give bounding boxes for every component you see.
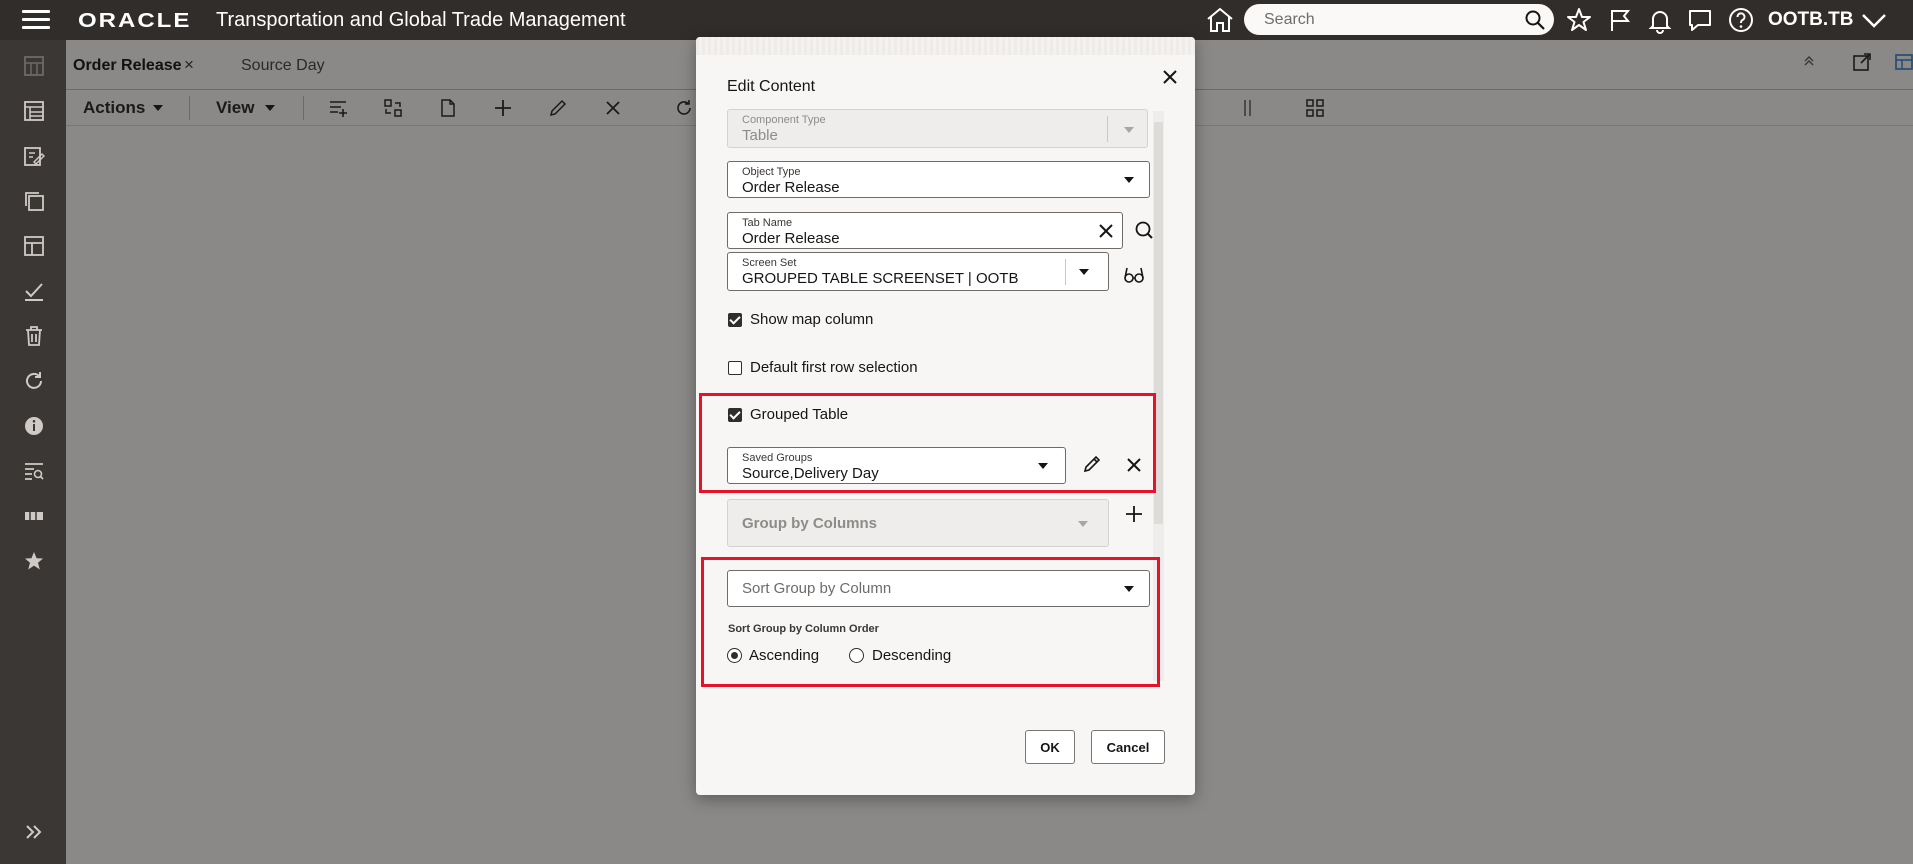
dashboard-icon[interactable] <box>22 54 46 78</box>
component-type-select: Component Type Table <box>727 109 1148 148</box>
component-type-label: Component Type <box>742 114 826 126</box>
tab-order-release[interactable]: Order Release <box>73 57 182 75</box>
clear-tab-name-icon[interactable] <box>1098 223 1114 244</box>
favorites-star-icon[interactable] <box>1565 6 1593 39</box>
add-icon[interactable] <box>492 97 514 119</box>
object-type-caret-icon[interactable] <box>1124 177 1134 183</box>
ticket-icon[interactable] <box>22 504 46 528</box>
screen-set-select[interactable]: Screen Set GROUPED TABLE SCREENSET | OOT… <box>727 252 1109 291</box>
actions-menu-button[interactable]: Actions <box>83 98 145 118</box>
group-by-columns-select: Group by Columns <box>727 499 1109 547</box>
favorites-icon[interactable] <box>22 549 46 573</box>
refresh-icon[interactable] <box>22 369 46 393</box>
columns-icon[interactable] <box>1239 97 1261 119</box>
screen-set-value: GROUPED TABLE SCREENSET | OOTB <box>742 270 1019 287</box>
actions-caret-icon[interactable] <box>153 105 163 111</box>
expand-rail-icon[interactable] <box>22 820 46 844</box>
saved-groups-select[interactable]: Saved Groups Source,Delivery Day <box>727 447 1066 484</box>
notifications-bell-icon[interactable] <box>1646 6 1674 39</box>
screen-set-caret-icon[interactable] <box>1079 269 1089 275</box>
close-tab-icon[interactable]: × <box>184 55 194 75</box>
group-by-columns-caret-icon <box>1078 521 1088 527</box>
sort-ascending-label[interactable]: Ascending <box>749 647 819 664</box>
grouped-table-label[interactable]: Grouped Table <box>750 406 848 423</box>
info-icon[interactable] <box>22 414 46 438</box>
copy-icon[interactable] <box>22 189 46 213</box>
popout-icon[interactable] <box>1852 52 1872 77</box>
saved-groups-caret-icon[interactable] <box>1038 463 1048 469</box>
view-caret-icon[interactable] <box>265 105 275 111</box>
sort-group-by-column-caret-icon[interactable] <box>1124 586 1134 592</box>
close-dialog-icon[interactable] <box>1158 65 1182 89</box>
user-menu-label[interactable]: OOTB.TB <box>1768 9 1854 31</box>
sort-order-label: Sort Group by Column Order <box>728 623 879 635</box>
messages-icon[interactable] <box>1686 6 1714 39</box>
tab-name-label: Tab Name <box>742 217 793 229</box>
checklist-icon[interactable] <box>22 279 46 303</box>
trash-icon[interactable] <box>22 324 46 348</box>
view-screen-set-glasses-icon[interactable] <box>1122 263 1146 287</box>
workbench-icon[interactable] <box>22 99 46 123</box>
edit-form-icon[interactable] <box>22 144 46 168</box>
sort-group-by-column-placeholder: Sort Group by Column <box>742 580 892 597</box>
delete-saved-group-x-icon[interactable] <box>1122 453 1146 477</box>
add-group-by-column-icon[interactable] <box>1122 502 1146 526</box>
edit-saved-group-pencil-icon[interactable] <box>1080 452 1104 476</box>
default-first-row-checkbox[interactable] <box>728 361 742 375</box>
sort-descending-label[interactable]: Descending <box>872 647 951 664</box>
flag-icon[interactable] <box>1606 6 1634 39</box>
group-by-columns-placeholder: Group by Columns <box>742 515 877 532</box>
sort-ascending-radio[interactable] <box>727 648 742 663</box>
tab-name-field[interactable]: Tab Name Order Release <box>727 212 1123 249</box>
oracle-logo: ORACLE <box>78 9 192 33</box>
menu-icon[interactable] <box>22 10 50 30</box>
global-search-input[interactable] <box>1264 10 1514 29</box>
delete-x-icon[interactable] <box>602 97 624 119</box>
search-icon[interactable] <box>1524 9 1546 36</box>
reorder-icon[interactable] <box>382 97 404 119</box>
saved-groups-value: Source,Delivery Day <box>742 465 879 482</box>
document-icon[interactable] <box>437 97 459 119</box>
show-map-column-checkbox[interactable] <box>728 313 742 327</box>
table-settings-icon[interactable] <box>1894 52 1913 77</box>
tab-source-day[interactable]: Source Day <box>241 57 325 75</box>
default-first-row-label[interactable]: Default first row selection <box>750 359 918 376</box>
navigation-rail <box>0 40 66 864</box>
edit-content-dialog: Edit Content Component Type Table Object… <box>696 37 1195 795</box>
tab-name-search-icon[interactable] <box>1132 218 1156 242</box>
screen-set-label: Screen Set <box>742 257 797 269</box>
edit-pencil-icon[interactable] <box>547 97 569 119</box>
home-icon[interactable] <box>1205 6 1235 39</box>
dialog-title: Edit Content <box>727 78 816 95</box>
global-search-field[interactable] <box>1244 4 1554 35</box>
object-type-label: Object Type <box>742 166 801 178</box>
cancel-button[interactable]: Cancel <box>1091 730 1165 764</box>
chevron-down-icon[interactable] <box>1860 8 1888 37</box>
component-type-value: Table <box>742 127 778 144</box>
app-title: Transportation and Global Trade Manageme… <box>216 9 626 31</box>
collapse-up-icon[interactable] <box>1802 54 1816 73</box>
saved-groups-label: Saved Groups <box>742 452 813 464</box>
sort-group-by-column-select[interactable]: Sort Group by Column <box>727 570 1150 607</box>
object-type-value: Order Release <box>742 179 840 196</box>
view-menu-button[interactable]: View <box>216 98 254 118</box>
reload-icon[interactable] <box>673 97 695 119</box>
object-type-select[interactable]: Object Type Order Release <box>727 161 1150 198</box>
global-header: ORACLE Transportation and Global Trade M… <box>0 0 1913 40</box>
grid-view-icon[interactable] <box>1304 97 1326 119</box>
layout-icon[interactable] <box>22 234 46 258</box>
component-type-caret-icon <box>1124 127 1134 133</box>
grouped-table-checkbox[interactable] <box>728 408 742 422</box>
show-map-column-label[interactable]: Show map column <box>750 311 873 328</box>
sort-descending-radio[interactable] <box>849 648 864 663</box>
table-search-icon[interactable] <box>22 459 46 483</box>
tab-name-value[interactable]: Order Release <box>742 230 840 247</box>
ok-button[interactable]: OK <box>1025 730 1075 764</box>
add-rows-icon[interactable] <box>327 97 349 119</box>
help-icon[interactable] <box>1727 6 1755 39</box>
